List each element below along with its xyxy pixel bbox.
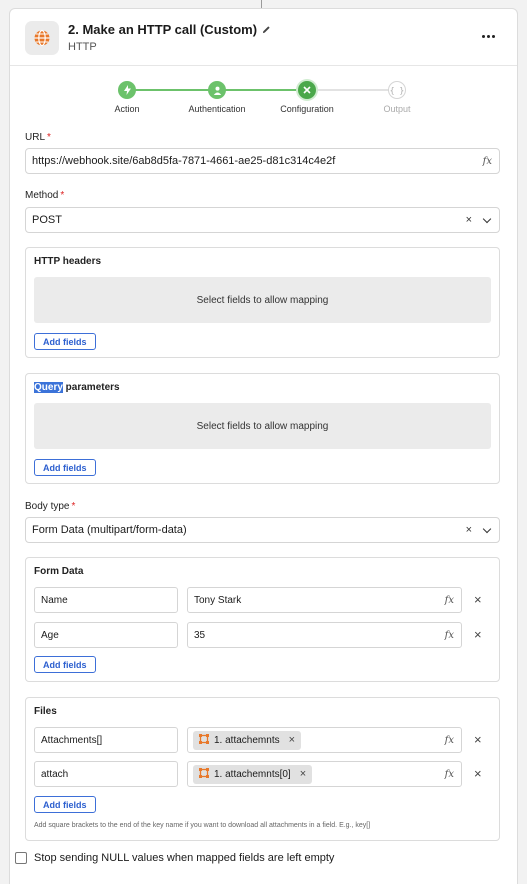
more-options-icon[interactable] [479, 29, 497, 43]
http-headers-add-button[interactable]: Add fields [34, 333, 96, 350]
clear-icon[interactable]: × [466, 214, 472, 226]
mapped-field-chip-label: 1. attachemnts [214, 734, 280, 746]
url-value: https://webhook.site/6ab8d5fa-7871-4661-… [32, 155, 336, 167]
step-configuration[interactable]: Configuration [267, 81, 347, 114]
form-data-section: Form Data Name Tony Stark fx × Age 35 fx… [25, 557, 500, 682]
http-headers-mapping-area[interactable]: Select fields to allow mapping [34, 277, 491, 323]
edit-pencil-icon[interactable] [262, 22, 271, 37]
form-data-value: Tony Stark [194, 594, 242, 606]
mapped-field-chip-label: 1. attachemnts[0] [214, 768, 291, 780]
files-title: Files [34, 706, 57, 717]
chevron-down-icon[interactable] [482, 524, 492, 534]
query-parameters-mapping-area[interactable]: Select fields to allow mapping [34, 403, 491, 449]
query-parameters-add-button[interactable]: Add fields [34, 459, 96, 476]
query-parameters-title: Query parameters [34, 382, 120, 393]
step-authentication-label: Authentication [188, 104, 246, 114]
form-data-title: Form Data [34, 566, 84, 577]
chip-remove-icon[interactable]: × [289, 734, 295, 746]
form-data-value-input[interactable]: 35 fx [187, 622, 462, 648]
lightning-icon [118, 81, 136, 99]
fx-icon[interactable]: fx [483, 156, 492, 167]
mapped-field-chip[interactable]: 1. attachemnts[0] × [193, 764, 313, 784]
step-authentication[interactable]: Authentication [177, 81, 257, 114]
fx-icon[interactable]: fx [445, 735, 454, 746]
body-type-value: Form Data (multipart/form-data) [32, 524, 187, 536]
query-parameters-section: Query parameters Select fields to allow … [25, 373, 500, 484]
method-value: POST [32, 214, 62, 226]
method-label: Method * [25, 190, 65, 201]
files-hint-text: Add square brackets to the end of the ke… [34, 822, 371, 829]
files-key-input[interactable]: Attachments[] [34, 727, 178, 753]
step-output-label: Output [383, 104, 411, 114]
step-config-panel: 2. Make an HTTP call (Custom) HTTP Actio… [9, 8, 518, 884]
step-action-label: Action [114, 104, 140, 114]
step-title: 2. Make an HTTP call (Custom) [68, 22, 271, 37]
fx-icon[interactable]: fx [445, 769, 454, 780]
null-values-label: Stop sending NULL values when mapped fie… [34, 852, 335, 864]
url-label: URL * [25, 132, 51, 143]
body-type-select[interactable]: Form Data (multipart/form-data) × [25, 517, 500, 543]
form-data-value: 35 [194, 629, 206, 641]
step-action[interactable]: Action [87, 81, 167, 114]
files-value-input[interactable]: 1. attachemnts[0] × fx [187, 761, 462, 787]
remove-row-icon[interactable]: × [474, 766, 482, 781]
fx-icon[interactable]: fx [445, 595, 454, 606]
step-output[interactable]: { } Output [357, 81, 437, 114]
step-title-text: 2. Make an HTTP call (Custom) [68, 22, 258, 37]
null-values-option[interactable]: Stop sending NULL values when mapped fie… [15, 852, 334, 864]
remove-row-icon[interactable]: × [474, 627, 482, 642]
step-configuration-label: Configuration [280, 104, 334, 114]
chevron-down-icon[interactable] [482, 214, 492, 224]
module-icon [199, 733, 209, 747]
stepper: Action Authentication Configuration { } … [10, 79, 517, 124]
fx-icon[interactable]: fx [445, 630, 454, 641]
files-section: Files Attachments[] 1. attachemnts × fx … [25, 697, 500, 841]
files-add-button[interactable]: Add fields [34, 796, 96, 813]
braces-icon: { } [388, 81, 406, 99]
body-type-label: Body type * [25, 501, 76, 512]
tools-icon [298, 81, 316, 99]
url-input[interactable]: https://webhook.site/6ab8d5fa-7871-4661-… [25, 148, 500, 174]
user-icon [208, 81, 226, 99]
panel-header: 2. Make an HTTP call (Custom) HTTP [10, 9, 517, 66]
chip-remove-icon[interactable]: × [300, 768, 306, 780]
files-key-input[interactable]: attach [34, 761, 178, 787]
mapped-field-chip[interactable]: 1. attachemnts × [193, 730, 302, 750]
form-data-key-input[interactable]: Age [34, 622, 178, 648]
module-icon [199, 767, 209, 781]
remove-row-icon[interactable]: × [474, 592, 482, 607]
clear-icon[interactable]: × [466, 524, 472, 536]
http-globe-icon [25, 21, 59, 55]
null-values-checkbox[interactable] [15, 852, 27, 864]
remove-row-icon[interactable]: × [474, 732, 482, 747]
http-headers-title: HTTP headers [34, 256, 102, 267]
http-headers-section: HTTP headers Select fields to allow mapp… [25, 247, 500, 358]
step-subtitle: HTTP [68, 41, 97, 53]
flow-connector [261, 0, 262, 8]
form-data-add-button[interactable]: Add fields [34, 656, 96, 673]
form-data-key-input[interactable]: Name [34, 587, 178, 613]
files-value-input[interactable]: 1. attachemnts × fx [187, 727, 462, 753]
form-data-value-input[interactable]: Tony Stark fx [187, 587, 462, 613]
method-select[interactable]: POST × [25, 207, 500, 233]
